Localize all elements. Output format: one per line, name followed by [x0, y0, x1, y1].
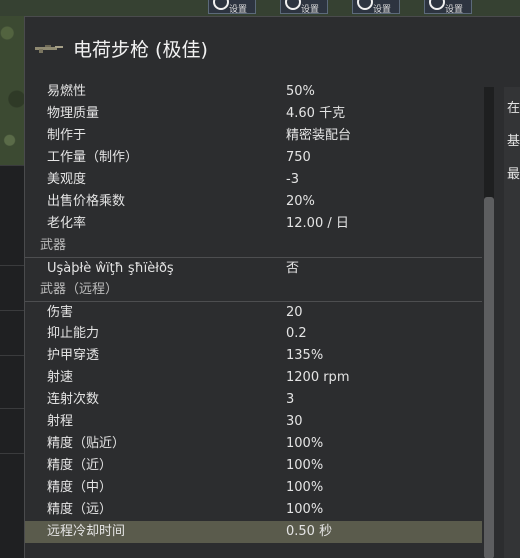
toolbar-button-label: 设置 — [445, 5, 464, 14]
description-panel — [504, 87, 520, 558]
stat-label: 抑止能力 — [47, 326, 100, 341]
stat-label: 射程 — [47, 414, 74, 429]
stat-row[interactable]: 精度（中） 100% — [25, 477, 482, 499]
toolbar-button-label: 设置 — [229, 5, 248, 14]
clock-icon — [429, 0, 445, 10]
stat-value: 20 — [286, 305, 303, 320]
stat-value: 100% — [286, 458, 324, 473]
stat-label: 美观度 — [47, 172, 87, 187]
stat-row[interactable]: 物理质量 4.60 千克 — [25, 103, 482, 125]
rifle-icon — [35, 45, 63, 53]
stat-label: 精度（近） — [47, 458, 113, 473]
toolbar-button-4[interactable]: 设置 — [424, 0, 472, 14]
stat-row[interactable]: Uşàþłè ŵïţħ şħïèłðş 否 — [25, 257, 482, 279]
clock-icon — [357, 0, 373, 10]
stat-value: 30 — [286, 414, 303, 429]
background-left-panel — [0, 165, 24, 558]
category-label: 武器 — [40, 238, 67, 253]
stat-row[interactable]: 精度（远） 100% — [25, 499, 482, 521]
stat-value: 4.60 千克 — [286, 106, 346, 121]
stat-value: 100% — [286, 480, 324, 495]
stat-label: 物理质量 — [47, 106, 100, 121]
description-text: 最 — [507, 167, 520, 182]
stat-label: 伤害 — [47, 305, 74, 320]
panel-header: 电荷步枪 (极佳) — [25, 17, 520, 79]
toolbar-button-2[interactable]: 设置 — [280, 0, 328, 14]
stat-row[interactable]: 射程 30 — [25, 411, 482, 433]
toolbar-button-label: 设置 — [301, 5, 320, 14]
stat-row-highlighted[interactable]: 远程冷却时间 0.50 秒 — [25, 521, 482, 543]
stat-value: 否 — [286, 261, 300, 276]
stat-label: 护甲穿透 — [47, 348, 100, 363]
stat-row[interactable]: 精度（近） 100% — [25, 455, 482, 477]
stat-row[interactable]: 伤害 20 — [25, 301, 482, 323]
stat-value: 精密装配台 — [286, 128, 352, 143]
scrollbar-thumb[interactable] — [484, 197, 494, 558]
stat-value: 750 — [286, 150, 311, 165]
background-map — [0, 0, 24, 165]
stat-label: 射速 — [47, 370, 74, 385]
stat-row[interactable]: 护甲穿透 135% — [25, 345, 482, 367]
clock-icon — [213, 0, 229, 10]
stat-value: 12.00 / 日 — [286, 216, 349, 231]
stat-label: 精度（贴近） — [47, 436, 126, 451]
stat-label: 连射次数 — [47, 392, 100, 407]
stat-value: 20% — [286, 194, 315, 209]
stat-value: 1200 rpm — [286, 370, 350, 385]
stat-row[interactable]: 老化率 12.00 / 日 — [25, 213, 482, 235]
stat-row[interactable]: 易燃性 50% — [25, 81, 482, 103]
stat-label: 制作于 — [47, 128, 87, 143]
stat-row[interactable]: 美观度 -3 — [25, 169, 482, 191]
description-text: 在 — [507, 101, 520, 116]
stat-row[interactable]: 制作于 精密装配台 — [25, 125, 482, 147]
toolbar-button-label: 设置 — [373, 5, 392, 14]
stat-value: 0.2 — [286, 326, 307, 341]
page-title: 电荷步枪 (极佳) — [73, 39, 208, 61]
stat-label: 精度（中） — [47, 480, 113, 495]
stat-row[interactable]: 精度（贴近） 100% — [25, 433, 482, 455]
stat-value: 100% — [286, 502, 324, 517]
stat-label: 精度（远） — [47, 502, 113, 517]
toolbar-button-3[interactable]: 设置 — [352, 0, 400, 14]
stat-label: 工作量（制作） — [47, 150, 139, 165]
category-header-ranged: 武器（远程） — [25, 279, 482, 301]
stat-row[interactable]: 出售价格乘数 20% — [25, 191, 482, 213]
stat-label: 老化率 — [47, 216, 87, 231]
stat-value: 3 — [286, 392, 295, 407]
stat-row[interactable]: 抑止能力 0.2 — [25, 323, 482, 345]
stat-label: Uşàþłè ŵïţħ şħïèłðş — [47, 261, 174, 276]
info-panel: 电荷步枪 (极佳) 易燃性 50% 物理质量 4.60 千克 制作于 精密装配台 工作… — [24, 16, 520, 558]
stat-value: 135% — [286, 348, 324, 363]
stat-label: 易燃性 — [47, 84, 87, 99]
stat-row[interactable]: 工作量（制作） 750 — [25, 147, 482, 169]
toolbar-button-1[interactable]: 设置 — [208, 0, 256, 14]
description-text: 基 — [507, 134, 520, 149]
stat-value: 100% — [286, 436, 324, 451]
category-label: 武器（远程） — [40, 282, 119, 297]
stat-row[interactable]: 射速 1200 rpm — [25, 367, 482, 389]
category-header-weapon: 武器 — [25, 235, 482, 257]
clock-icon — [285, 0, 301, 10]
top-toolbar: 设置 设置 设置 设置 — [0, 0, 520, 16]
stat-value: 50% — [286, 84, 315, 99]
stat-row[interactable]: 连射次数 3 — [25, 389, 482, 411]
stat-label: 出售价格乘数 — [47, 194, 126, 209]
stat-value: 0.50 秒 — [286, 524, 333, 539]
stats-list: 易燃性 50% 物理质量 4.60 千克 制作于 精密装配台 工作量（制作） 750 美… — [25, 81, 482, 543]
stat-value: -3 — [286, 172, 299, 187]
stat-label: 远程冷却时间 — [47, 524, 126, 539]
